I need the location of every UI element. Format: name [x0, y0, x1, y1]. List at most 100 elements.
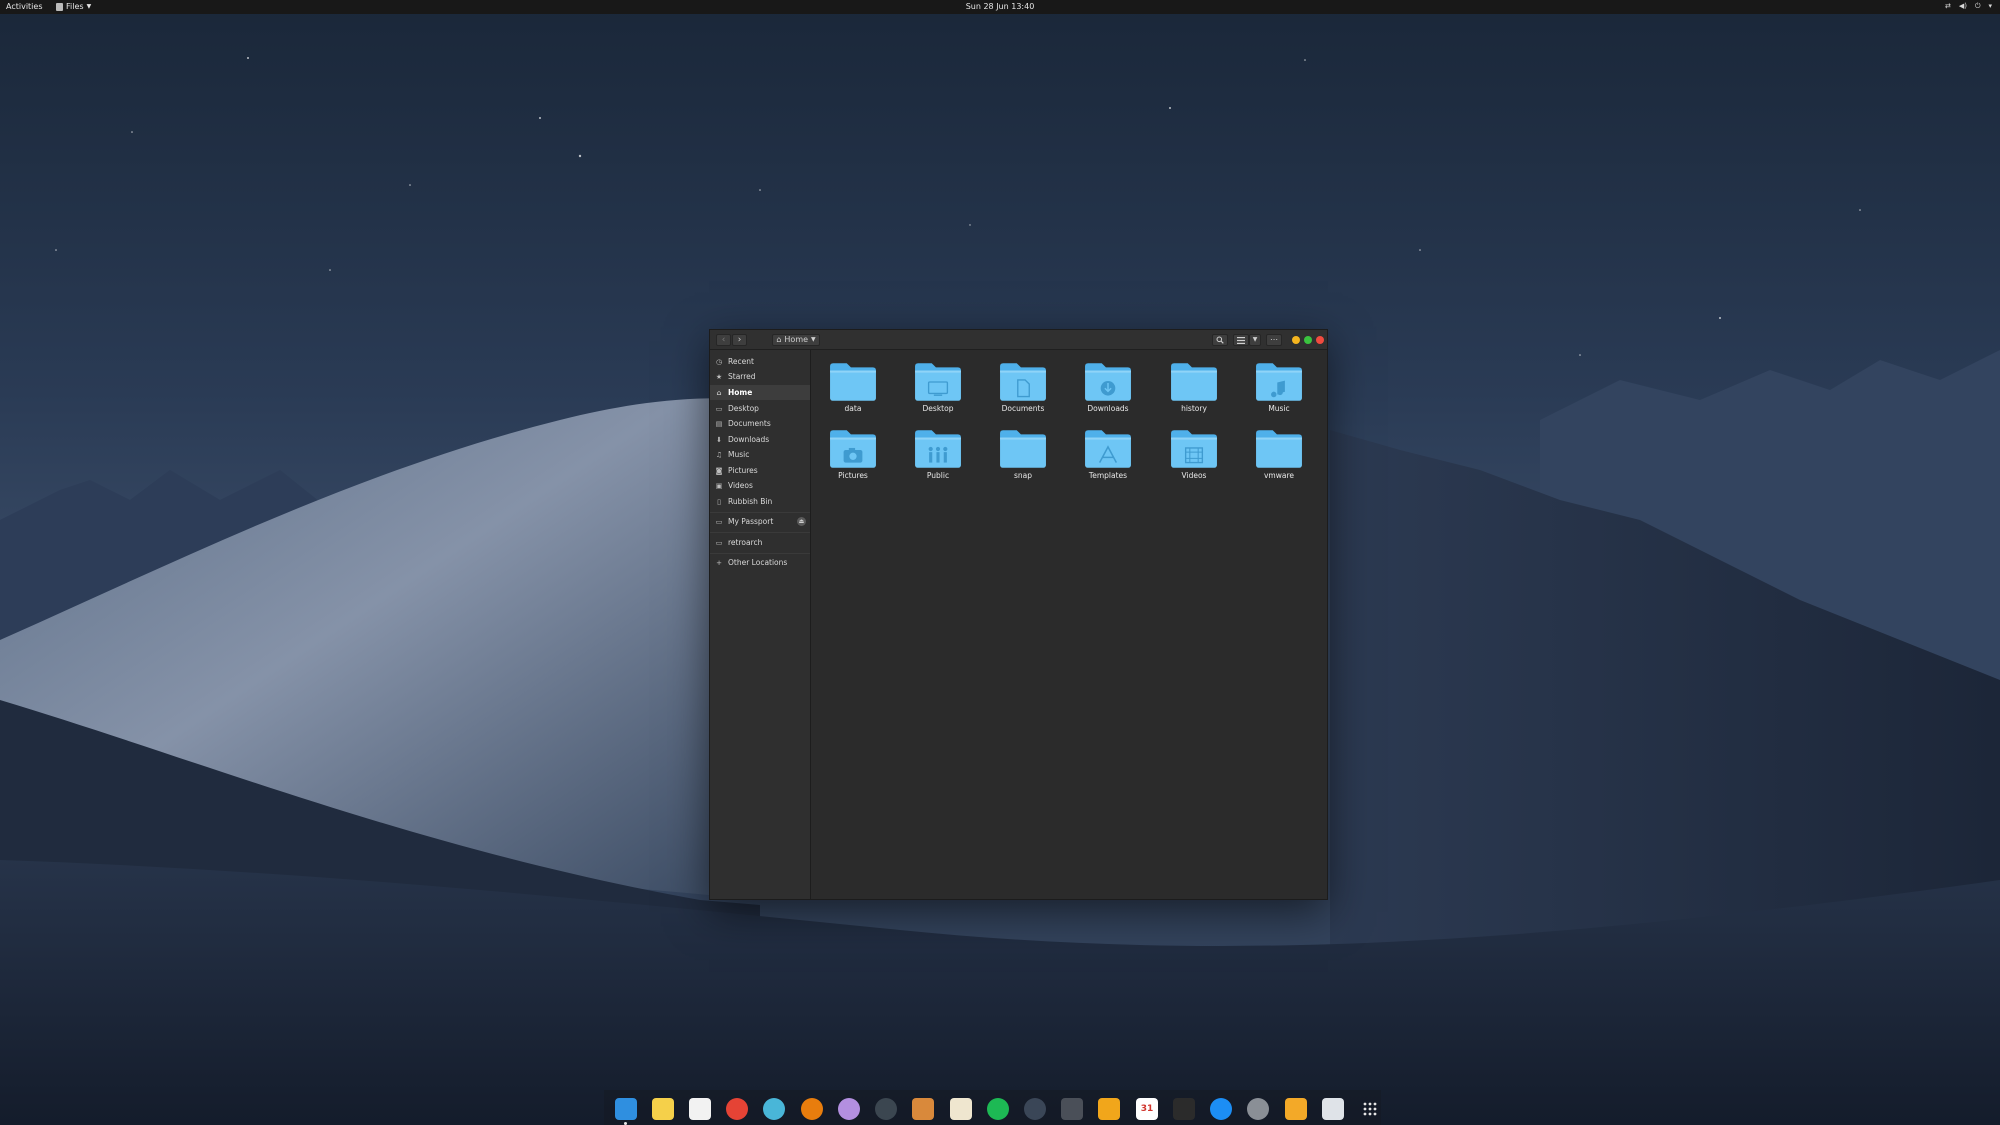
finder-icon[interactable]: [615, 1098, 637, 1125]
folder-icon: [1171, 430, 1217, 468]
sidebar-separator: [710, 512, 810, 513]
trash-icon[interactable]: [1322, 1098, 1344, 1120]
files-icon[interactable]: [1285, 1098, 1307, 1120]
folder-label: Public: [926, 471, 950, 480]
sidebar-separator: [710, 532, 810, 533]
guitar-icon[interactable]: [912, 1098, 934, 1120]
files-window: ‹ › ⌂ Home ▼ ▼ ⋯ ◷ Recent ★ Starred ⌂ Home …: [709, 329, 1328, 900]
sidebar-item-retroarch[interactable]: ▭ retroarch: [710, 535, 810, 550]
sidebar-item-downloads[interactable]: ⬇ Downloads: [710, 432, 810, 447]
sidebar-item-starred[interactable]: ★ Starred: [710, 369, 810, 384]
camera-icon: ◙: [715, 466, 723, 475]
app-menu[interactable]: Files ▼: [56, 2, 91, 11]
list-view-icon: [1237, 336, 1245, 344]
clock-container: Sun 28 Jun 13:40: [0, 2, 2000, 11]
inkscape-icon[interactable]: [838, 1098, 860, 1120]
menu-button[interactable]: ⋯: [1266, 334, 1282, 346]
sidebar-item-other-locations[interactable]: + Other Locations: [710, 555, 810, 570]
folder-item[interactable]: vmware: [1248, 427, 1310, 485]
folder-item[interactable]: Pictures: [822, 427, 884, 485]
sidebar-item-label: Music: [728, 450, 750, 459]
sidebar-item-rubbish-bin[interactable]: ▯ Rubbish Bin: [710, 494, 810, 509]
view-toggle-button[interactable]: [1233, 334, 1249, 346]
gamepad-icon[interactable]: [1061, 1098, 1083, 1120]
app-store-icon[interactable]: [1210, 1098, 1232, 1120]
view-options-button[interactable]: ▼: [1249, 334, 1261, 346]
header-bar: ‹ › ⌂ Home ▼ ▼ ⋯: [710, 330, 1327, 350]
reminders-icon[interactable]: [689, 1098, 711, 1120]
system-settings-icon[interactable]: [1247, 1098, 1269, 1120]
app-grid-icon[interactable]: [1359, 1098, 1381, 1120]
grid-dots: [1363, 1102, 1377, 1116]
folder-item[interactable]: Desktop: [907, 360, 969, 418]
path-bar-home[interactable]: ⌂ Home ▼: [772, 334, 820, 346]
chrome-icon[interactable]: [726, 1098, 748, 1120]
folder-label: Documents: [1001, 404, 1045, 413]
minimize-button[interactable]: [1292, 336, 1300, 344]
calculator-icon[interactable]: [1173, 1098, 1195, 1120]
mail-icon[interactable]: [763, 1098, 785, 1120]
path-label: Home: [784, 335, 809, 344]
davinci-resolve-icon[interactable]: [875, 1098, 897, 1120]
folder-item[interactable]: Documents: [992, 360, 1054, 418]
files-app-icon: [56, 2, 63, 11]
sidebar-item-pictures[interactable]: ◙ Pictures: [710, 463, 810, 478]
folder-label: Downloads: [1087, 404, 1129, 413]
folder-item[interactable]: Videos: [1163, 427, 1225, 485]
sidebar-item-home[interactable]: ⌂ Home: [710, 385, 810, 400]
chevron-down-icon: ▼: [1252, 336, 1258, 343]
search-button[interactable]: [1212, 334, 1228, 346]
drive-icon: ▭: [715, 538, 723, 547]
dock: 31: [604, 1090, 1381, 1125]
sidebar-item-label: Starred: [728, 372, 756, 381]
sidebar-item-label: Rubbish Bin: [728, 497, 773, 506]
steam-icon[interactable]: [1024, 1098, 1046, 1120]
sidebar-item-label: Desktop: [728, 404, 759, 413]
volume-icon[interactable]: ◀): [1959, 2, 1967, 11]
drive-icon: ▭: [715, 517, 723, 526]
chevron-down-icon: ▼: [86, 3, 92, 10]
sidebar-item-recent[interactable]: ◷ Recent: [710, 354, 810, 369]
chevron-down-icon[interactable]: ▾: [1988, 2, 1992, 11]
calendar-icon[interactable]: 31: [1136, 1098, 1158, 1120]
sidebar-item-music[interactable]: ♫ Music: [710, 447, 810, 462]
folder-item[interactable]: Templates: [1077, 427, 1139, 485]
folder-icon: [1171, 363, 1217, 401]
sidebar-item-desktop[interactable]: ▭ Desktop: [710, 401, 810, 416]
clock[interactable]: Sun 28 Jun 13:40: [966, 2, 1035, 11]
maximize-button[interactable]: [1304, 336, 1312, 344]
back-button[interactable]: ‹: [716, 334, 731, 346]
folder-grid: data Desktop Documents Downloads history Musi…: [811, 350, 1327, 899]
activities-button[interactable]: Activities: [6, 2, 43, 11]
folder-item[interactable]: snap: [992, 427, 1054, 485]
sidebar-item-documents[interactable]: ▤ Documents: [710, 416, 810, 431]
system-tray[interactable]: ⇄ ◀) ⏻ ▾: [1945, 2, 1992, 11]
folder-item[interactable]: Music: [1248, 360, 1310, 418]
sidebar-item-my-passport[interactable]: ▭ My Passport ⏏: [710, 514, 810, 529]
notes-icon[interactable]: [652, 1098, 674, 1120]
folder-item[interactable]: history: [1163, 360, 1225, 418]
folder-label: Templates: [1088, 471, 1128, 480]
folder-icon: [1085, 363, 1131, 401]
sidebar-item-label: Documents: [728, 419, 771, 428]
blender-icon[interactable]: [801, 1098, 823, 1120]
top-bar: Activities Files ▼ Sun 28 Jun 13:40 ⇄ ◀)…: [0, 0, 2000, 14]
folder-item[interactable]: Downloads: [1077, 360, 1139, 418]
close-button[interactable]: [1316, 336, 1324, 344]
document-icon: ▤: [715, 419, 723, 428]
spotify-icon[interactable]: [987, 1098, 1009, 1120]
folder-item[interactable]: Public: [907, 427, 969, 485]
folder-label: Pictures: [838, 471, 868, 480]
sidebar-item-videos[interactable]: ▣ Videos: [710, 478, 810, 493]
eject-icon[interactable]: ⏏: [797, 517, 806, 526]
power-icon[interactable]: ⏻: [1975, 2, 1981, 11]
folder-icon: [915, 363, 961, 401]
network-icon[interactable]: ⇄: [1945, 2, 1951, 11]
video-icon: ▣: [715, 481, 723, 490]
forward-button[interactable]: ›: [732, 334, 747, 346]
folder-item[interactable]: data: [822, 360, 884, 418]
text-editor-icon[interactable]: [950, 1098, 972, 1120]
calendar-date: 31: [1140, 1104, 1154, 1114]
folder-label: snap: [1013, 471, 1033, 480]
puzzle-icon[interactable]: [1098, 1098, 1120, 1120]
